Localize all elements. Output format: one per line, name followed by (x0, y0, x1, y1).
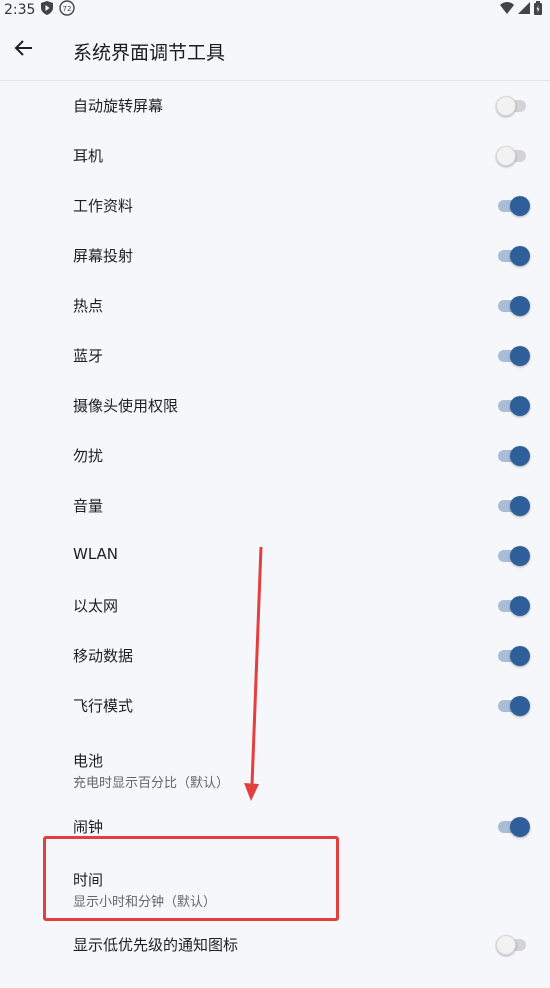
toggle-switch[interactable] (496, 146, 528, 166)
annotation-highlight-box (43, 836, 339, 921)
back-button[interactable] (0, 26, 48, 74)
setting-label: 闹钟 (73, 818, 104, 836)
setting-label: 音量 (73, 497, 104, 515)
setting-row-low-priority-icons[interactable]: 显示低优先级的通知图标 (0, 919, 550, 969)
shield-play-icon (41, 1, 54, 19)
setting-label: 勿扰 (73, 447, 104, 465)
setting-summary: 充电时显示百分比（默认） (73, 776, 230, 791)
status-bar: 2:35 72 (0, 0, 550, 20)
toggle-switch[interactable] (498, 196, 530, 216)
setting-label: 显示低优先级的通知图标 (73, 936, 239, 954)
annotation-arrow (240, 545, 270, 809)
back-arrow-icon (14, 38, 34, 62)
setting-row-airplane[interactable]: 飞行模式 (0, 680, 550, 730)
setting-label: 电池 (73, 752, 104, 770)
toggle-switch[interactable] (498, 496, 530, 516)
setting-row-mobile-data[interactable]: 移动数据 (0, 630, 550, 680)
toggle-switch[interactable] (498, 396, 530, 416)
toggle-switch[interactable] (498, 596, 530, 616)
badge-count: 72 (63, 5, 72, 13)
setting-row-headset[interactable]: 耳机 (0, 130, 550, 180)
setting-label: 自动旋转屏幕 (73, 97, 164, 115)
toggle-switch[interactable] (498, 646, 530, 666)
setting-label: 工作资料 (73, 197, 134, 215)
toggle-switch[interactable] (498, 246, 530, 266)
setting-row-hotspot[interactable]: 热点 (0, 280, 550, 330)
setting-label: 耳机 (73, 147, 104, 165)
page-title: 系统界面调节工具 (73, 42, 226, 64)
setting-label: 蓝牙 (73, 347, 104, 365)
toggle-switch[interactable] (498, 446, 530, 466)
app-bar: 系统界面调节工具 (0, 20, 550, 81)
toggle-switch[interactable] (498, 346, 530, 366)
setting-label: 以太网 (73, 597, 119, 615)
status-time: 2:35 (4, 2, 36, 18)
wifi-icon (500, 2, 514, 18)
setting-label: 移动数据 (73, 647, 134, 665)
setting-label: 飞行模式 (73, 697, 134, 715)
toggle-switch[interactable] (498, 546, 530, 566)
toggle-switch[interactable] (496, 935, 528, 955)
setting-row-wlan[interactable]: WLAN (0, 530, 550, 580)
setting-label: WLAN (73, 545, 119, 563)
toggle-switch[interactable] (498, 296, 530, 316)
toggle-switch[interactable] (498, 817, 530, 837)
notification-badge-icon: 72 (59, 0, 76, 20)
setting-row-bluetooth[interactable]: 蓝牙 (0, 330, 550, 380)
setting-row-ethernet[interactable]: 以太网 (0, 580, 550, 630)
toggle-switch[interactable] (496, 96, 528, 116)
setting-row-rotate[interactable]: 自动旋转屏幕 (0, 80, 550, 130)
setting-row-work-profile[interactable]: 工作资料 (0, 180, 550, 230)
setting-label: 热点 (73, 297, 104, 315)
setting-label: 屏幕投射 (73, 247, 134, 265)
setting-row-cast[interactable]: 屏幕投射 (0, 230, 550, 280)
toggle-switch[interactable] (498, 696, 530, 716)
cell-signal-icon (518, 2, 530, 18)
setting-row-battery[interactable]: 电池 充电时显示百分比（默认） (0, 742, 550, 792)
setting-row-volume[interactable]: 音量 (0, 480, 550, 530)
setting-label: 摄像头使用权限 (73, 397, 179, 415)
setting-row-dnd[interactable]: 勿扰 (0, 430, 550, 480)
battery-icon (534, 1, 542, 19)
setting-row-camera-access[interactable]: 摄像头使用权限 (0, 380, 550, 430)
